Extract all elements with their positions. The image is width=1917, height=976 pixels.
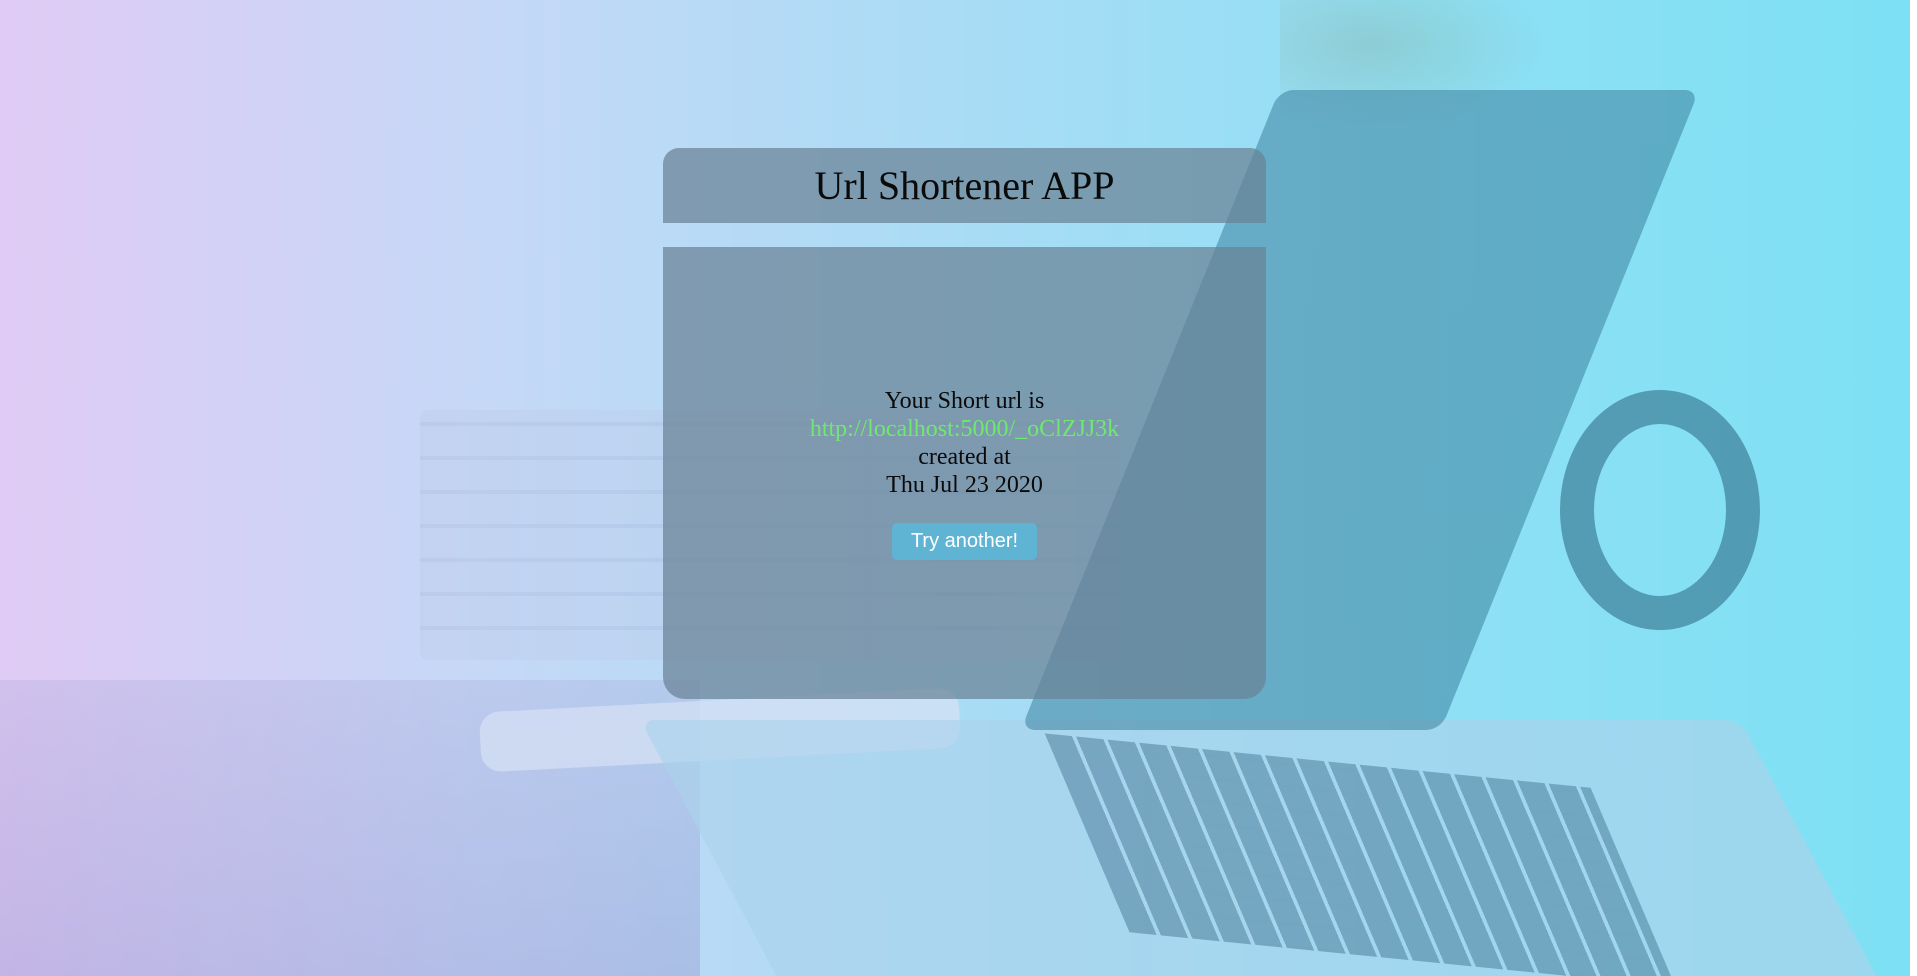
short-url-link[interactable]: http://localhost:5000/_oClZJJ3k <box>810 415 1119 443</box>
header-panel: Url Shortener APP <box>663 148 1266 223</box>
created-date: Thu Jul 23 2020 <box>886 471 1043 498</box>
headphones-decoration <box>1560 390 1760 630</box>
window-edge <box>1910 0 1917 976</box>
try-another-button[interactable]: Try another! <box>891 522 1038 560</box>
short-url-intro: Your Short url is <box>884 387 1045 414</box>
result-block: Your Short url is http://localhost:5000/… <box>810 387 1119 499</box>
created-label: created at <box>918 443 1011 470</box>
app-title: Url Shortener APP <box>814 163 1115 208</box>
result-panel: Your Short url is http://localhost:5000/… <box>663 247 1266 699</box>
